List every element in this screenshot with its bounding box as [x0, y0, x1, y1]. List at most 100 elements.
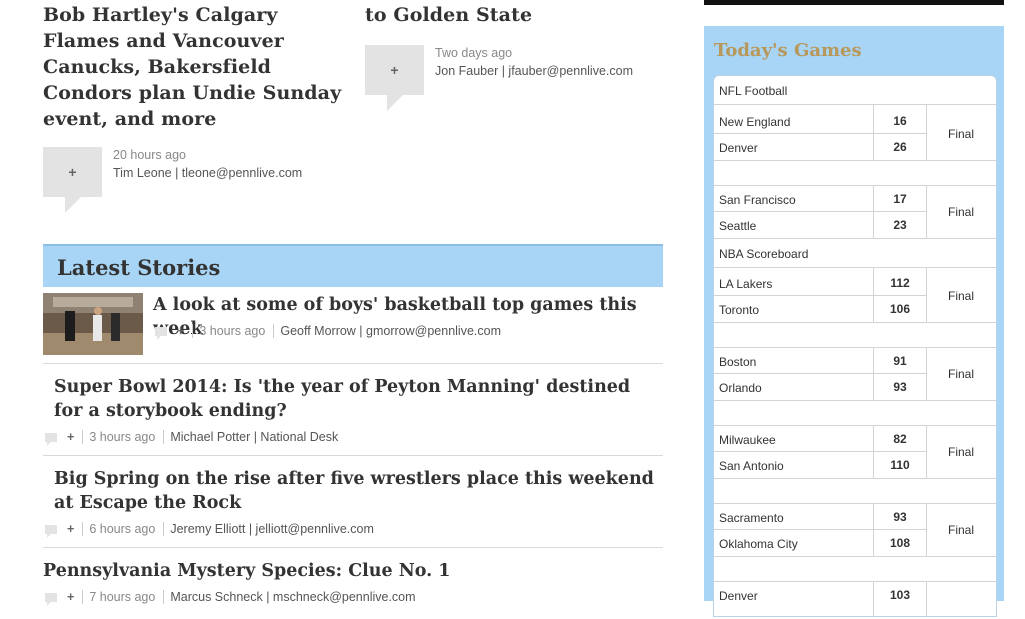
- article-author[interactable]: Tim Leone | tleone@pennlive.com: [113, 164, 302, 182]
- story-author[interactable]: Michael Potter | National Desk: [170, 430, 338, 444]
- story-item: Super Bowl 2014: Is 'the year of Peyton …: [43, 375, 663, 456]
- story-meta: + 7 hours ago Marcus Schneck | mschneck@…: [45, 588, 416, 606]
- story-meta: + 3 hours ago Michael Potter | National …: [45, 428, 338, 446]
- team-name: Denver: [719, 141, 758, 155]
- top-article-1: Bob Hartley's Calgary Flames and Vancouv…: [43, 2, 343, 132]
- league-header-nfl: NFL Football: [714, 76, 996, 105]
- comment-plus: +: [390, 62, 399, 78]
- comment-plus[interactable]: +: [177, 324, 184, 338]
- game-row[interactable]: Denver 103: [714, 582, 996, 608]
- team-name: LA Lakers: [719, 277, 773, 291]
- separator: [82, 522, 84, 536]
- team-score: 93: [893, 510, 907, 524]
- column-divider: [873, 504, 874, 556]
- team-name: Seattle: [719, 219, 757, 233]
- story-author[interactable]: Jeremy Elliott | jelliott@pennlive.com: [170, 522, 374, 536]
- column-divider: [873, 426, 874, 478]
- column-divider: [926, 348, 927, 400]
- todays-games-panel: Today's Games NFL Football New England 1…: [704, 26, 1004, 617]
- separator: [273, 324, 275, 338]
- team-score: 23: [893, 218, 907, 232]
- team-score: 93: [893, 380, 907, 394]
- team-name: Orlando: [719, 381, 762, 395]
- separator: [82, 430, 84, 444]
- comment-plus[interactable]: +: [67, 522, 74, 536]
- comment-bubble-icon[interactable]: [45, 524, 57, 538]
- top-article-2: to Golden State: [365, 2, 665, 28]
- team-name: San Antonio: [719, 459, 784, 473]
- separator: [163, 522, 165, 536]
- story-time: 6 hours ago: [89, 522, 156, 536]
- comment-bubble-icon[interactable]: +: [43, 147, 102, 213]
- story-meta: + 3 hours ago Geoff Morrow | gmorrow@pen…: [155, 322, 501, 340]
- story-title[interactable]: Pennsylvania Mystery Species: Clue No. 1: [43, 559, 663, 583]
- latest-stories-header: Latest Stories: [43, 244, 663, 287]
- comment-plus: +: [68, 164, 77, 180]
- story-author[interactable]: Geoff Morrow | gmorrow@pennlive.com: [280, 324, 501, 338]
- team-name: Milwaukee: [719, 433, 776, 447]
- top-article-meta: 20 hours ago Tim Leone | tleone@pennlive…: [113, 146, 302, 182]
- team-name: Sacramento: [719, 511, 784, 525]
- story-author[interactable]: Marcus Schneck | mschneck@pennlive.com: [170, 590, 415, 604]
- column-divider: [873, 582, 874, 616]
- separator: [192, 324, 194, 338]
- scoreboard: NFL Football New England 16 Denver 26 Fi…: [713, 75, 997, 617]
- comment-plus[interactable]: +: [67, 590, 74, 604]
- league-label: NBA Scoreboard: [719, 247, 809, 261]
- team-name: Toronto: [719, 303, 760, 317]
- team-score: 91: [893, 354, 907, 368]
- column-divider: [873, 267, 874, 322]
- team-score: 26: [893, 140, 907, 154]
- game-status: Final: [947, 289, 974, 303]
- team-name: San Francisco: [719, 193, 796, 207]
- game-status: Final: [947, 127, 974, 141]
- article-time: Two days ago: [435, 46, 513, 60]
- todays-games-title: Today's Games: [714, 40, 862, 61]
- column-divider: [873, 186, 874, 238]
- row-divider: [714, 322, 996, 323]
- team-score: 103: [889, 588, 911, 602]
- column-divider: [926, 186, 927, 238]
- sidebar-top-bar: [704, 0, 1004, 5]
- team-name: New England: [719, 115, 791, 129]
- story-item: A look at some of boys' basketball top g…: [43, 293, 663, 364]
- comment-bubble-icon[interactable]: [45, 432, 57, 446]
- game-status: Final: [947, 445, 974, 459]
- top-article-title[interactable]: Bob Hartley's Calgary Flames and Vancouv…: [43, 2, 343, 132]
- comment-bubble-icon[interactable]: [45, 592, 57, 606]
- top-article-meta: Two days ago Jon Fauber | jfauber@pennli…: [435, 44, 633, 80]
- story-meta: + 6 hours ago Jeremy Elliott | jelliott@…: [45, 520, 374, 538]
- article-author[interactable]: Jon Fauber | jfauber@pennlive.com: [435, 62, 633, 80]
- story-title[interactable]: Big Spring on the rise after five wrestl…: [54, 467, 654, 515]
- story-time: 3 hours ago: [199, 324, 266, 338]
- story-item: Pennsylvania Mystery Species: Clue No. 1…: [43, 559, 663, 619]
- team-score: 106: [889, 302, 911, 316]
- story-time: 3 hours ago: [89, 430, 156, 444]
- row-divider: [714, 160, 996, 161]
- team-score: 112: [890, 276, 910, 290]
- row-divider: [714, 478, 996, 479]
- story-time: 7 hours ago: [89, 590, 156, 604]
- latest-stories-title: Latest Stories: [57, 255, 221, 280]
- team-score: 82: [893, 432, 907, 446]
- column-divider: [926, 267, 927, 322]
- comment-plus[interactable]: +: [67, 430, 74, 444]
- team-score: 108: [889, 536, 911, 550]
- column-divider: [873, 348, 874, 400]
- game-status: Final: [947, 205, 974, 219]
- league-header-nba: NBA Scoreboard: [714, 239, 996, 268]
- column-divider: [926, 426, 927, 478]
- article-time: 20 hours ago: [113, 148, 186, 162]
- story-title[interactable]: Super Bowl 2014: Is 'the year of Peyton …: [54, 375, 654, 423]
- column-divider: [926, 104, 927, 160]
- separator: [163, 590, 165, 604]
- comment-bubble-icon[interactable]: [155, 326, 167, 340]
- top-article-title[interactable]: to Golden State: [365, 2, 665, 28]
- story-item: Big Spring on the rise after five wrestl…: [43, 467, 663, 548]
- story-thumbnail[interactable]: [43, 293, 143, 355]
- team-score: 110: [890, 458, 910, 472]
- separator: [163, 430, 165, 444]
- comment-bubble-icon[interactable]: +: [365, 45, 424, 111]
- team-name: Oklahoma City: [719, 537, 798, 551]
- team-name: Boston: [719, 355, 757, 369]
